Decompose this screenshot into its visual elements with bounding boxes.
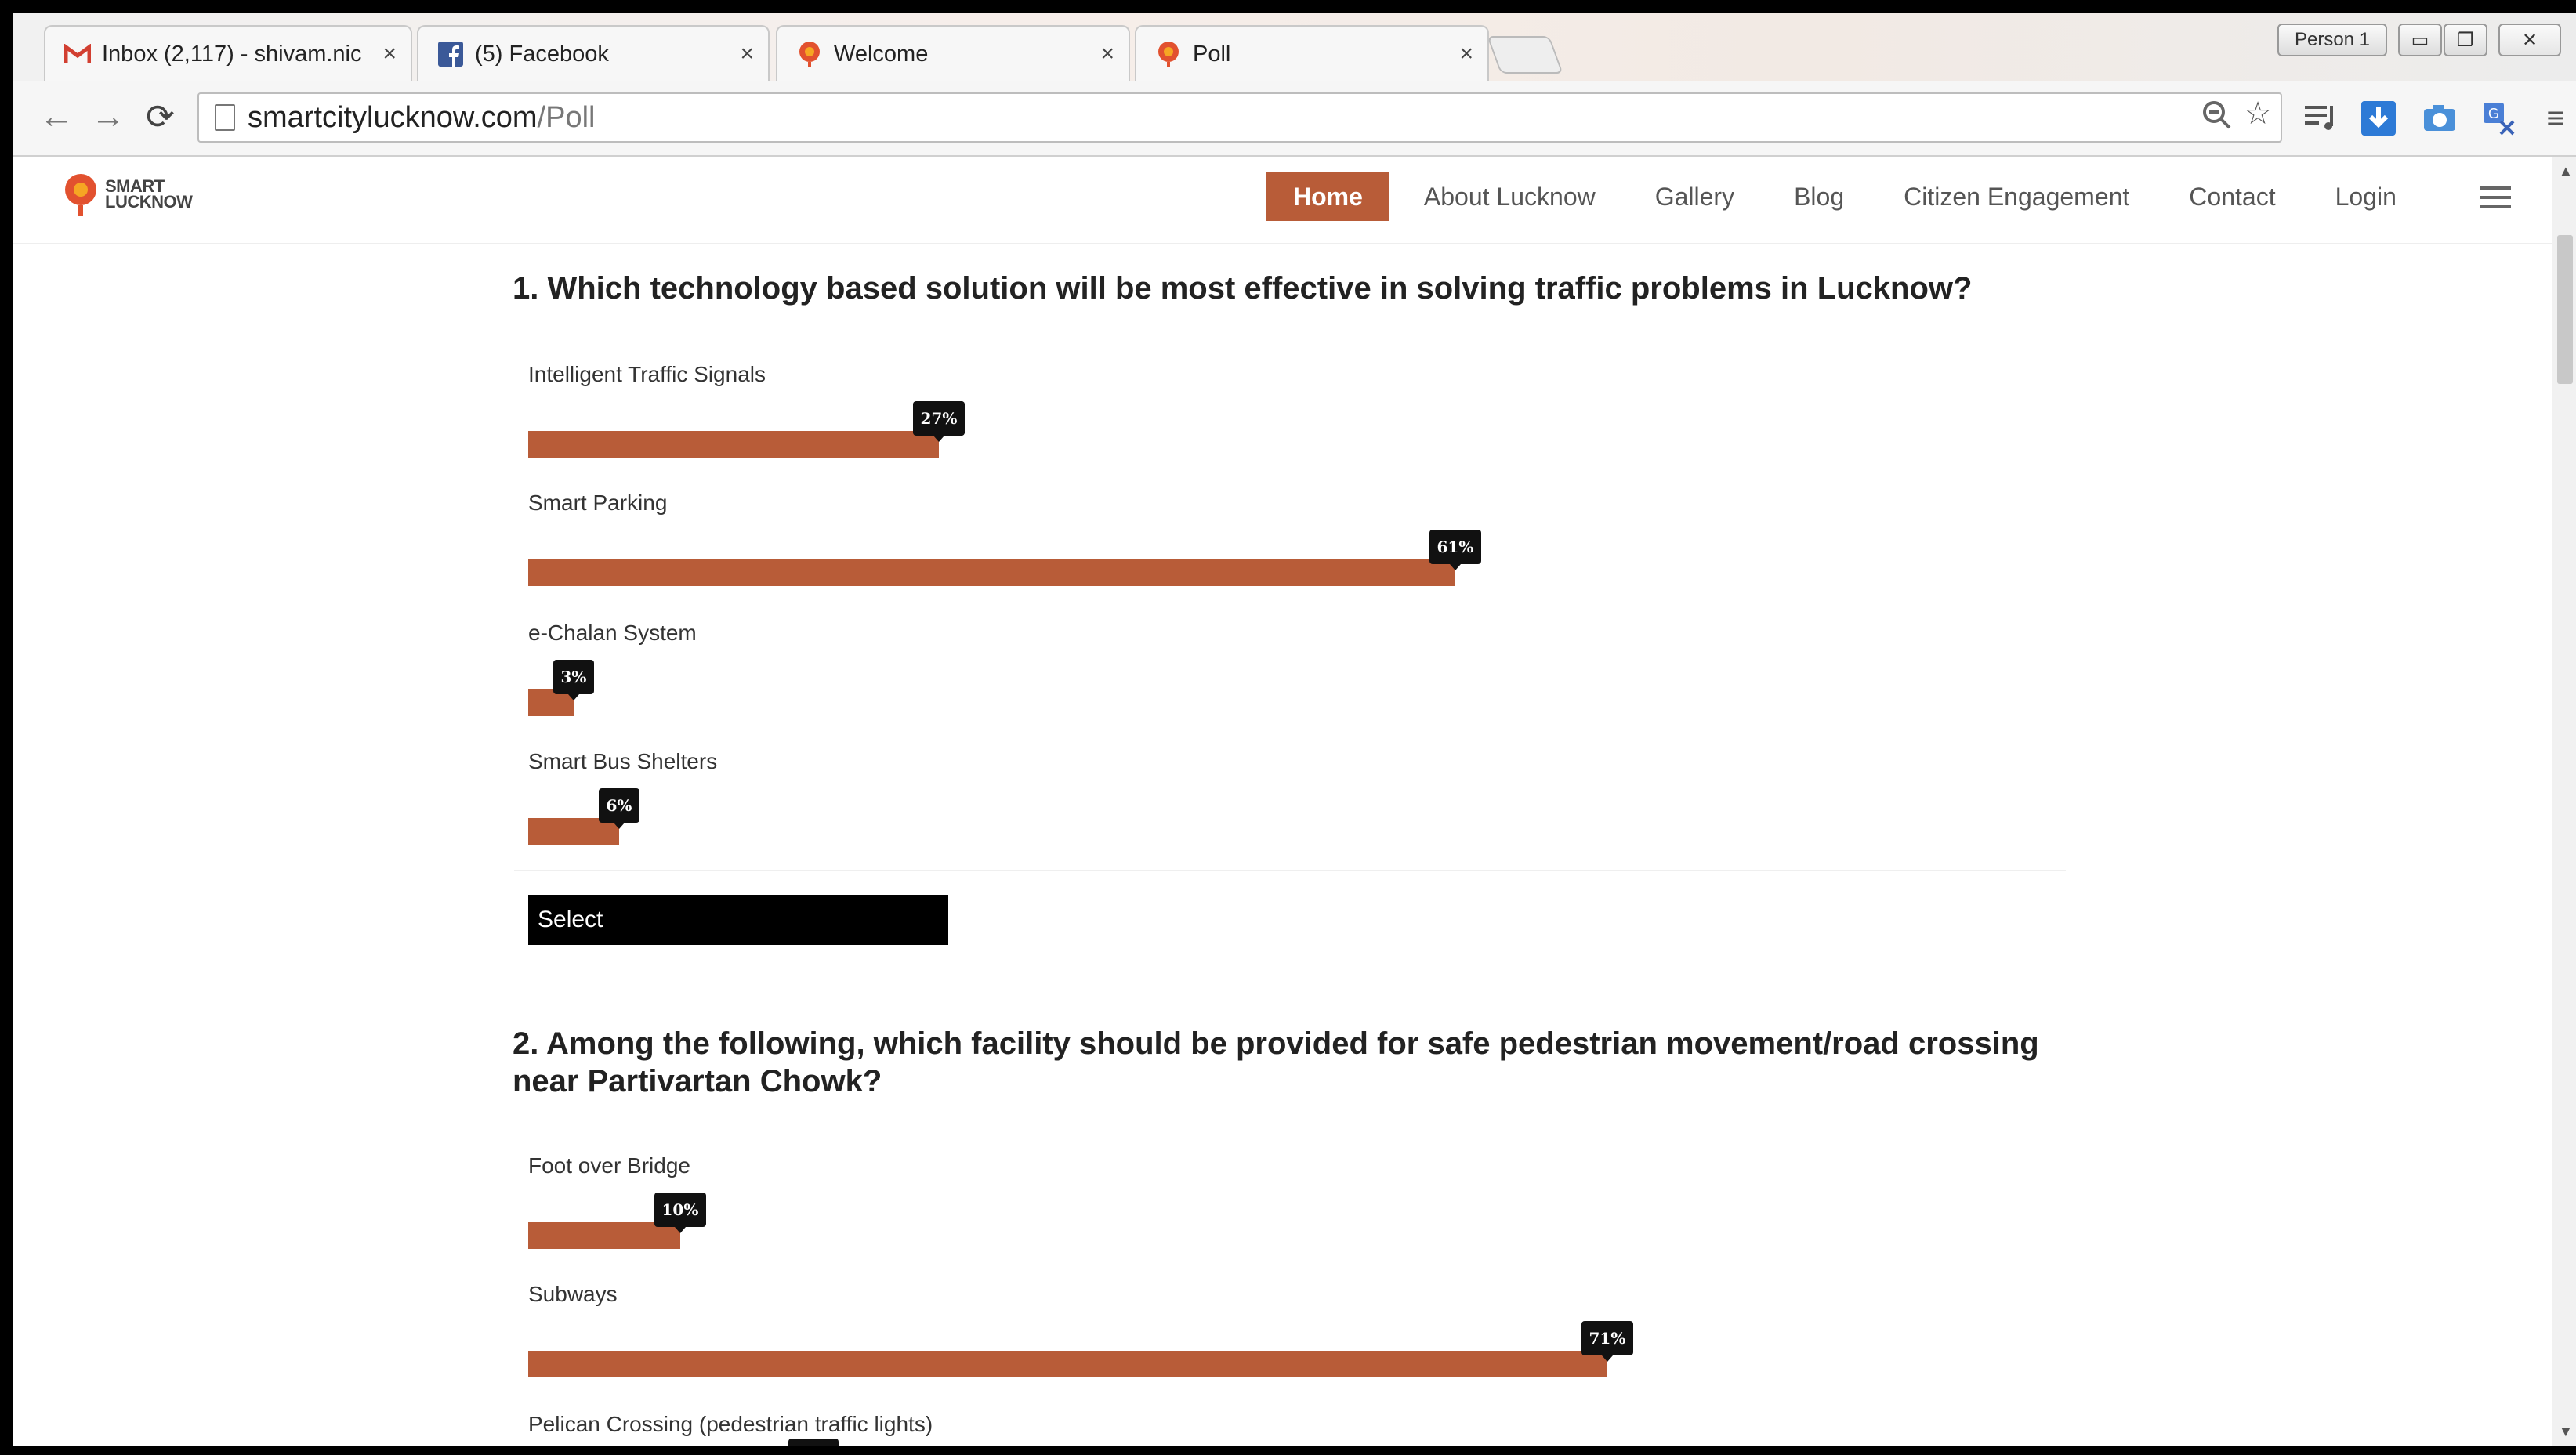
percent-tooltip: 10% xyxy=(654,1193,707,1233)
result-bar xyxy=(528,1351,1607,1377)
browser-toolbar: ← → ⟳ smartcitylucknow.com/Poll ☆ G ≡ xyxy=(13,81,2576,157)
facebook-icon xyxy=(437,41,464,67)
percent-tooltip: 61% xyxy=(1429,530,1482,570)
tab-poll[interactable]: Poll × xyxy=(1135,25,1489,81)
menu-icon[interactable]: ≡ xyxy=(2538,100,2574,136)
percent-tooltip: 3% xyxy=(553,660,595,700)
close-icon[interactable]: × xyxy=(1100,41,1114,67)
option-label: Smart Parking xyxy=(528,490,668,515)
svg-text:G: G xyxy=(2488,106,2499,121)
scroll-down-icon[interactable]: ▼ xyxy=(2559,1424,2573,1440)
smart-lucknow-logo-icon xyxy=(65,174,96,216)
address-bar[interactable]: smartcitylucknow.com/Poll xyxy=(197,92,2282,143)
poll-question: 2. Among the following, which facility s… xyxy=(513,1026,2039,1098)
tab-strip: Inbox (2,117) - shivam.nic × (5) Faceboo… xyxy=(13,13,2576,81)
camera-icon[interactable] xyxy=(2422,100,2458,136)
minimize-icon[interactable]: ▭ xyxy=(2398,24,2442,56)
poll-question: 1. Which technology based solution will … xyxy=(513,271,1973,306)
percent-tooltip: 71% xyxy=(1581,1321,1634,1362)
percent-tooltip: 27% xyxy=(912,401,966,442)
tab-label: Poll xyxy=(1193,41,1231,67)
download-icon[interactable] xyxy=(2360,100,2397,136)
tab-label: Welcome xyxy=(834,41,929,67)
nav-blog[interactable]: Blog xyxy=(1794,172,1844,221)
option-label: Pelican Crossing (pedestrian traffic lig… xyxy=(528,1412,933,1436)
profile-button[interactable]: Person 1 xyxy=(2277,24,2387,56)
scroll-up-icon[interactable]: ▲ xyxy=(2559,163,2573,179)
tab-welcome[interactable]: Welcome × xyxy=(776,25,1130,81)
site-nav: Home About Lucknow Gallery Blog Citizen … xyxy=(1266,172,2456,221)
window-close-icon[interactable]: ✕ xyxy=(2498,24,2561,56)
web-page: SMART LUCKNOW Home About Lucknow Gallery… xyxy=(13,157,2552,1446)
page-icon xyxy=(215,104,235,131)
playlist-icon[interactable] xyxy=(2302,100,2339,136)
gmail-icon xyxy=(64,41,91,67)
result-bar xyxy=(528,431,939,458)
page-scrollbar[interactable]: ▲ ▼ xyxy=(2552,157,2576,1446)
option-label: Subways xyxy=(528,1282,618,1306)
nav-gallery[interactable]: Gallery xyxy=(1655,172,1734,221)
close-icon[interactable]: × xyxy=(1459,41,1473,67)
smartcity-icon xyxy=(1155,41,1182,67)
close-icon[interactable]: × xyxy=(740,41,754,67)
nav-citizen-engagement[interactable]: Citizen Engagement xyxy=(1904,172,2129,221)
close-icon[interactable]: × xyxy=(382,41,397,67)
url-text[interactable]: smartcitylucknow.com/Poll xyxy=(248,101,595,135)
scroll-thumb[interactable] xyxy=(2557,235,2573,384)
back-icon[interactable]: ← xyxy=(39,97,74,136)
option-label: Foot over Bridge xyxy=(528,1153,690,1178)
result-bar xyxy=(528,559,1455,586)
smartcity-icon xyxy=(796,41,823,67)
nav-about-lucknow[interactable]: About Lucknow xyxy=(1424,172,1596,221)
tab-facebook[interactable]: (5) Facebook × xyxy=(417,25,770,81)
option-label: e-Chalan System xyxy=(528,621,697,645)
option-label: Smart Bus Shelters xyxy=(528,749,718,773)
nav-contact[interactable]: Contact xyxy=(2189,172,2275,221)
site-header: SMART LUCKNOW Home About Lucknow Gallery… xyxy=(13,157,2552,244)
browser-window: Inbox (2,117) - shivam.nic × (5) Faceboo… xyxy=(13,13,2576,1446)
new-tab-button[interactable] xyxy=(1487,36,1563,74)
tab-label: (5) Facebook xyxy=(475,41,609,67)
logo-text-line2: LUCKNOW xyxy=(105,192,193,212)
forward-icon[interactable]: → xyxy=(91,97,125,136)
site-logo[interactable]: SMART LUCKNOW xyxy=(61,172,193,216)
vote-select[interactable]: Select xyxy=(528,895,948,945)
restore-icon[interactable]: ❐ xyxy=(2444,24,2487,56)
divider xyxy=(514,870,2066,871)
option-label: Intelligent Traffic Signals xyxy=(528,362,766,386)
percent-tooltip: 6% xyxy=(598,788,640,829)
reload-icon[interactable]: ⟳ xyxy=(146,97,175,137)
tab-label: Inbox (2,117) - shivam.nic xyxy=(102,41,362,67)
nav-home[interactable]: Home xyxy=(1266,172,1389,221)
nav-login[interactable]: Login xyxy=(2335,172,2397,221)
bookmark-star-icon[interactable]: ☆ xyxy=(2240,96,2276,132)
percent-tooltip xyxy=(788,1439,839,1446)
tab-gmail[interactable]: Inbox (2,117) - shivam.nic × xyxy=(44,25,412,81)
translate-icon[interactable]: G xyxy=(2481,100,2517,136)
zoom-icon[interactable] xyxy=(2199,97,2235,133)
hamburger-icon[interactable] xyxy=(2480,186,2511,215)
